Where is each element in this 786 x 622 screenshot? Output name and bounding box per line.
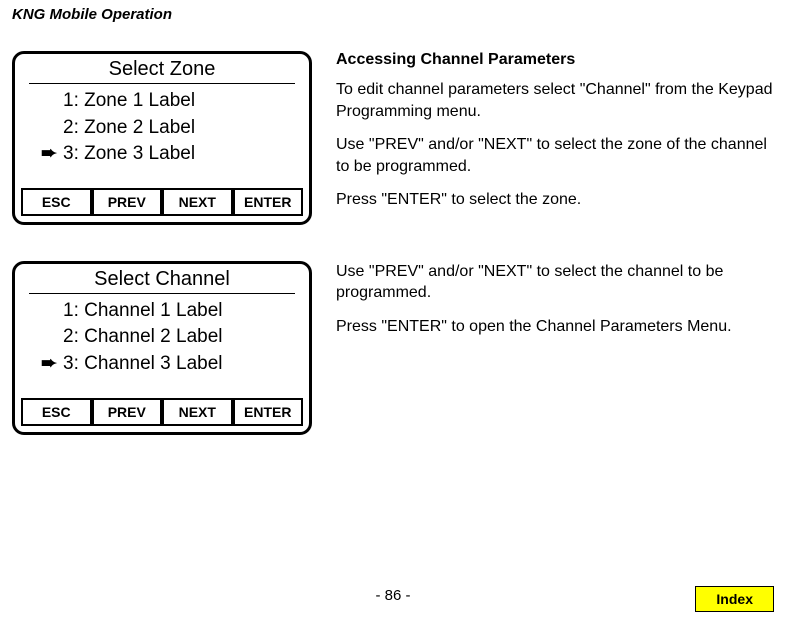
page-header: KNG Mobile Operation xyxy=(12,6,774,23)
screen-title-zone: Select Zone xyxy=(29,54,295,84)
button-row: ESC PREV NEXT ENTER xyxy=(15,396,309,432)
prev-button[interactable]: PREV xyxy=(92,188,163,216)
next-button[interactable]: NEXT xyxy=(162,398,233,426)
prev-button[interactable]: PREV xyxy=(92,398,163,426)
paragraph: Press "ENTER" to select the zone. xyxy=(336,189,774,211)
list-item: 1: Channel 1 Label xyxy=(27,298,297,325)
next-button[interactable]: NEXT xyxy=(162,188,233,216)
pointer-icon: ➨ xyxy=(35,141,63,168)
device-screen-zone: Select Zone 1: Zone 1 Label 2: Zone 2 La… xyxy=(12,51,312,225)
text-column-channel: Use "PREV" and/or "NEXT" to select the c… xyxy=(336,261,774,435)
paragraph: To edit channel parameters select "Chann… xyxy=(336,79,774,122)
list-item: 2: Channel 2 Label xyxy=(27,324,297,351)
zone-item-label: 1: Zone 1 Label xyxy=(63,88,195,115)
enter-button[interactable]: ENTER xyxy=(233,398,304,426)
esc-button[interactable]: ESC xyxy=(21,398,92,426)
zone-item-label: 2: Zone 2 Label xyxy=(63,115,195,142)
paragraph: Press "ENTER" to open the Channel Parame… xyxy=(336,316,774,338)
section-heading: Accessing Channel Parameters xyxy=(336,51,774,69)
row-zone: Select Zone 1: Zone 1 Label 2: Zone 2 La… xyxy=(12,51,774,225)
page-number: - 86 - xyxy=(375,587,410,604)
index-button[interactable]: Index xyxy=(695,586,774,612)
row-channel: Select Channel 1: Channel 1 Label 2: Cha… xyxy=(12,261,774,435)
channel-item-label: 1: Channel 1 Label xyxy=(63,298,223,325)
text-column-zone: Accessing Channel Parameters To edit cha… xyxy=(336,51,774,225)
channel-list: 1: Channel 1 Label 2: Channel 2 Label ➨ … xyxy=(15,294,309,396)
paragraph: Use "PREV" and/or "NEXT" to select the z… xyxy=(336,134,774,177)
device-screen-channel: Select Channel 1: Channel 1 Label 2: Cha… xyxy=(12,261,312,435)
list-item: ➨ 3: Zone 3 Label xyxy=(27,141,297,168)
channel-item-label: 3: Channel 3 Label xyxy=(63,351,223,378)
enter-button[interactable]: ENTER xyxy=(233,188,304,216)
screen-title-channel: Select Channel xyxy=(29,264,295,294)
button-row: ESC PREV NEXT ENTER xyxy=(15,186,309,222)
list-item: 2: Zone 2 Label xyxy=(27,115,297,142)
zone-list: 1: Zone 1 Label 2: Zone 2 Label ➨ 3: Zon… xyxy=(15,84,309,186)
zone-item-label: 3: Zone 3 Label xyxy=(63,141,195,168)
esc-button[interactable]: ESC xyxy=(21,188,92,216)
pointer-icon: ➨ xyxy=(35,351,63,378)
list-item: 1: Zone 1 Label xyxy=(27,88,297,115)
paragraph: Use "PREV" and/or "NEXT" to select the c… xyxy=(336,261,774,304)
list-item: ➨ 3: Channel 3 Label xyxy=(27,351,297,378)
channel-item-label: 2: Channel 2 Label xyxy=(63,324,223,351)
